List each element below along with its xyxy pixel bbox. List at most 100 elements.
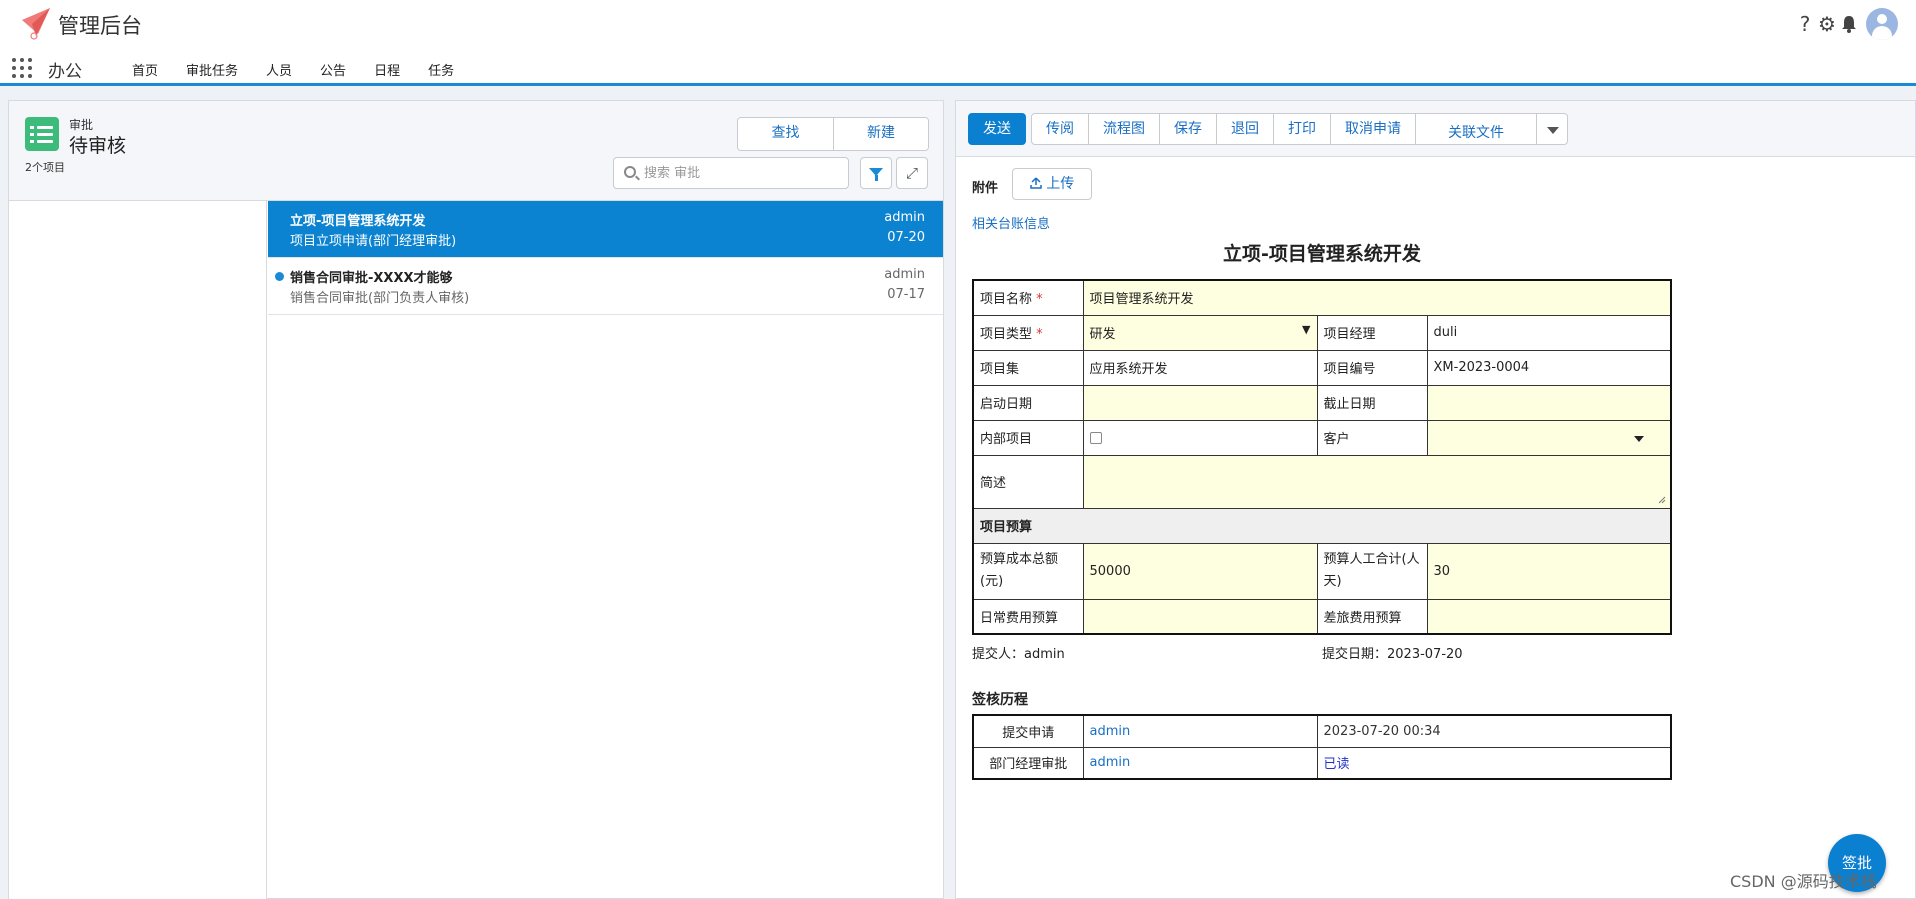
- customer-select[interactable]: [1426, 419, 1672, 456]
- approval-history-table: 提交申请 admin 2023-07-20 00:34 部门经理审批 admin…: [972, 714, 1672, 780]
- customer-label: 客户: [1316, 419, 1428, 456]
- budget-labor-field[interactable]: 30: [1426, 542, 1672, 600]
- start-date-field[interactable]: [1082, 384, 1318, 421]
- project-form: 项目名称 * 项目管理系统开发 项目类型 * 研发 ▼ 项目经理 duli 项目集…: [972, 279, 1672, 635]
- related-files-button[interactable]: 关联文件: [1415, 113, 1537, 145]
- project-type-select[interactable]: 研发 ▼: [1082, 314, 1318, 351]
- travel-expense-field[interactable]: [1426, 598, 1672, 635]
- print-button[interactable]: 打印: [1273, 113, 1331, 145]
- end-date-field[interactable]: [1426, 384, 1672, 421]
- gear-icon[interactable]: ⚙: [1818, 12, 1836, 36]
- approval-list-panel: 审批 待审核 2个项目 查找 新建 ⤢ 立项-项目管理系统开发 项目立项申请(部…: [8, 100, 944, 899]
- expand-icon[interactable]: ⤢: [896, 157, 928, 189]
- save-button[interactable]: 保存: [1159, 113, 1217, 145]
- send-button[interactable]: 发送: [968, 113, 1026, 145]
- cancel-request-button[interactable]: 取消申请: [1330, 113, 1416, 145]
- find-button[interactable]: 查找: [738, 118, 833, 150]
- project-set-label: 项目集: [972, 349, 1084, 386]
- history-step: 部门经理审批: [972, 746, 1084, 780]
- history-info: 2023-07-20 00:34: [1316, 714, 1672, 748]
- detail-panel: 发送 传阅 流程图 保存 退回 打印 取消申请 关联文件 附件 上传 相关台账信…: [955, 100, 1916, 899]
- list-item[interactable]: 立项-项目管理系统开发 项目立项申请(部门经理审批) admin 07-20: [268, 201, 943, 258]
- project-type-value: 研发: [1089, 327, 1116, 342]
- list-item-user: admin: [884, 267, 925, 282]
- list-view-title[interactable]: 待审核: [69, 131, 126, 158]
- search-input[interactable]: [644, 163, 844, 183]
- app-name: 办公: [48, 62, 82, 82]
- budget-labor-label: 预算人工合计(人天): [1316, 542, 1428, 600]
- help-icon[interactable]: ?: [1796, 12, 1814, 36]
- list-sidebar: [9, 201, 267, 899]
- return-button[interactable]: 退回: [1216, 113, 1274, 145]
- nav-item-approval-tasks[interactable]: 审批任务: [172, 60, 252, 79]
- travel-expense-label: 差旅费用预算: [1316, 598, 1428, 635]
- search-icon: [624, 166, 636, 178]
- description-textarea[interactable]: [1082, 454, 1672, 509]
- more-actions-dropdown[interactable]: [1536, 113, 1568, 145]
- upload-icon: [1030, 177, 1042, 189]
- nav-item-people[interactable]: 人员: [252, 60, 306, 79]
- related-ledger-link[interactable]: 相关台账信息: [972, 213, 1050, 232]
- nav-bar: 办公 首页 审批任务 人员 公告 日程 任务: [0, 50, 1916, 86]
- dropdown-arrow-icon: [1634, 435, 1644, 442]
- daily-expense-field[interactable]: [1082, 598, 1318, 635]
- approval-list: 立项-项目管理系统开发 项目立项申请(部门经理审批) admin 07-20 销…: [268, 201, 943, 315]
- list-item[interactable]: 销售合同审批-XXXX才能够 销售合同审批(部门负责人审核) admin 07-…: [268, 258, 943, 315]
- project-name-field[interactable]: 项目管理系统开发: [1082, 279, 1672, 316]
- history-user-link[interactable]: admin: [1082, 746, 1318, 780]
- project-code-label: 项目编号: [1316, 349, 1428, 386]
- new-button[interactable]: 新建: [833, 118, 928, 150]
- submit-date-text: 提交日期：2023-07-20: [1322, 647, 1463, 662]
- history-user-link[interactable]: admin: [1082, 714, 1318, 748]
- search-box: [613, 157, 849, 189]
- submitter-text: 提交人：admin: [972, 647, 1065, 662]
- app-launcher-icon[interactable]: [12, 58, 32, 78]
- app-title: 管理后台: [58, 14, 142, 38]
- end-date-label: 截止日期: [1316, 384, 1428, 421]
- budget-section-header: 项目预算: [972, 507, 1672, 544]
- form-title: 立项-项目管理系统开发: [1223, 243, 1421, 265]
- nav-item-home[interactable]: 首页: [118, 60, 172, 79]
- approval-history-title: 签核历程: [972, 692, 1028, 708]
- list-item-subtitle: 销售合同审批(部门负责人审核): [290, 291, 470, 306]
- list-header: 审批 待审核 2个项目 查找 新建 ⤢: [9, 101, 943, 201]
- internal-project-cell: [1082, 419, 1318, 456]
- start-date-label: 启动日期: [972, 384, 1084, 421]
- nav-item-schedule[interactable]: 日程: [360, 60, 414, 79]
- list-item-title: 销售合同审批-XXXX才能够: [290, 271, 453, 286]
- list-item-date: 07-20: [887, 230, 925, 245]
- flowchart-button[interactable]: 流程图: [1088, 113, 1160, 145]
- project-name-label: 项目名称 *: [972, 279, 1084, 316]
- project-type-label: 项目类型 *: [972, 314, 1084, 351]
- internal-project-checkbox[interactable]: [1089, 431, 1102, 444]
- circulate-button[interactable]: 传阅: [1031, 113, 1089, 145]
- watermark: CSDN @源码技术栈: [1730, 872, 1877, 891]
- internal-project-label: 内部项目: [972, 419, 1084, 456]
- history-step: 提交申请: [972, 714, 1084, 748]
- upload-label: 上传: [1046, 176, 1075, 192]
- checklist-icon: [25, 117, 59, 151]
- table-row: 部门经理审批 admin 已读: [972, 746, 1672, 780]
- list-item-title: 立项-项目管理系统开发: [290, 214, 426, 229]
- project-manager-label: 项目经理: [1316, 314, 1428, 351]
- action-toolbar: 发送 传阅 流程图 保存 退回 打印 取消申请 关联文件: [956, 101, 1915, 157]
- budget-cost-field[interactable]: 50000: [1082, 542, 1318, 600]
- avatar[interactable]: [1866, 8, 1898, 40]
- history-info: 已读: [1316, 746, 1672, 780]
- filter-button[interactable]: [860, 157, 892, 189]
- paper-plane-logo-icon: [22, 8, 50, 40]
- unread-dot-icon: [275, 272, 284, 281]
- project-manager-value: duli: [1426, 314, 1672, 351]
- nav-item-announcements[interactable]: 公告: [306, 60, 360, 79]
- daily-expense-label: 日常费用预算: [972, 598, 1084, 635]
- list-item-subtitle: 项目立项申请(部门经理审批): [290, 234, 457, 249]
- nav-item-tasks[interactable]: 任务: [414, 60, 468, 79]
- list-item-user: admin: [884, 210, 925, 225]
- project-set-value: 应用系统开发: [1082, 349, 1318, 386]
- top-bar: 管理后台 ? ⚙: [0, 0, 1916, 50]
- project-code-value: XM-2023-0004: [1426, 349, 1672, 386]
- table-row: 提交申请 admin 2023-07-20 00:34: [972, 714, 1672, 748]
- item-count: 2个项目: [25, 161, 65, 174]
- bell-icon[interactable]: [1840, 12, 1858, 36]
- upload-button[interactable]: 上传: [1012, 168, 1092, 200]
